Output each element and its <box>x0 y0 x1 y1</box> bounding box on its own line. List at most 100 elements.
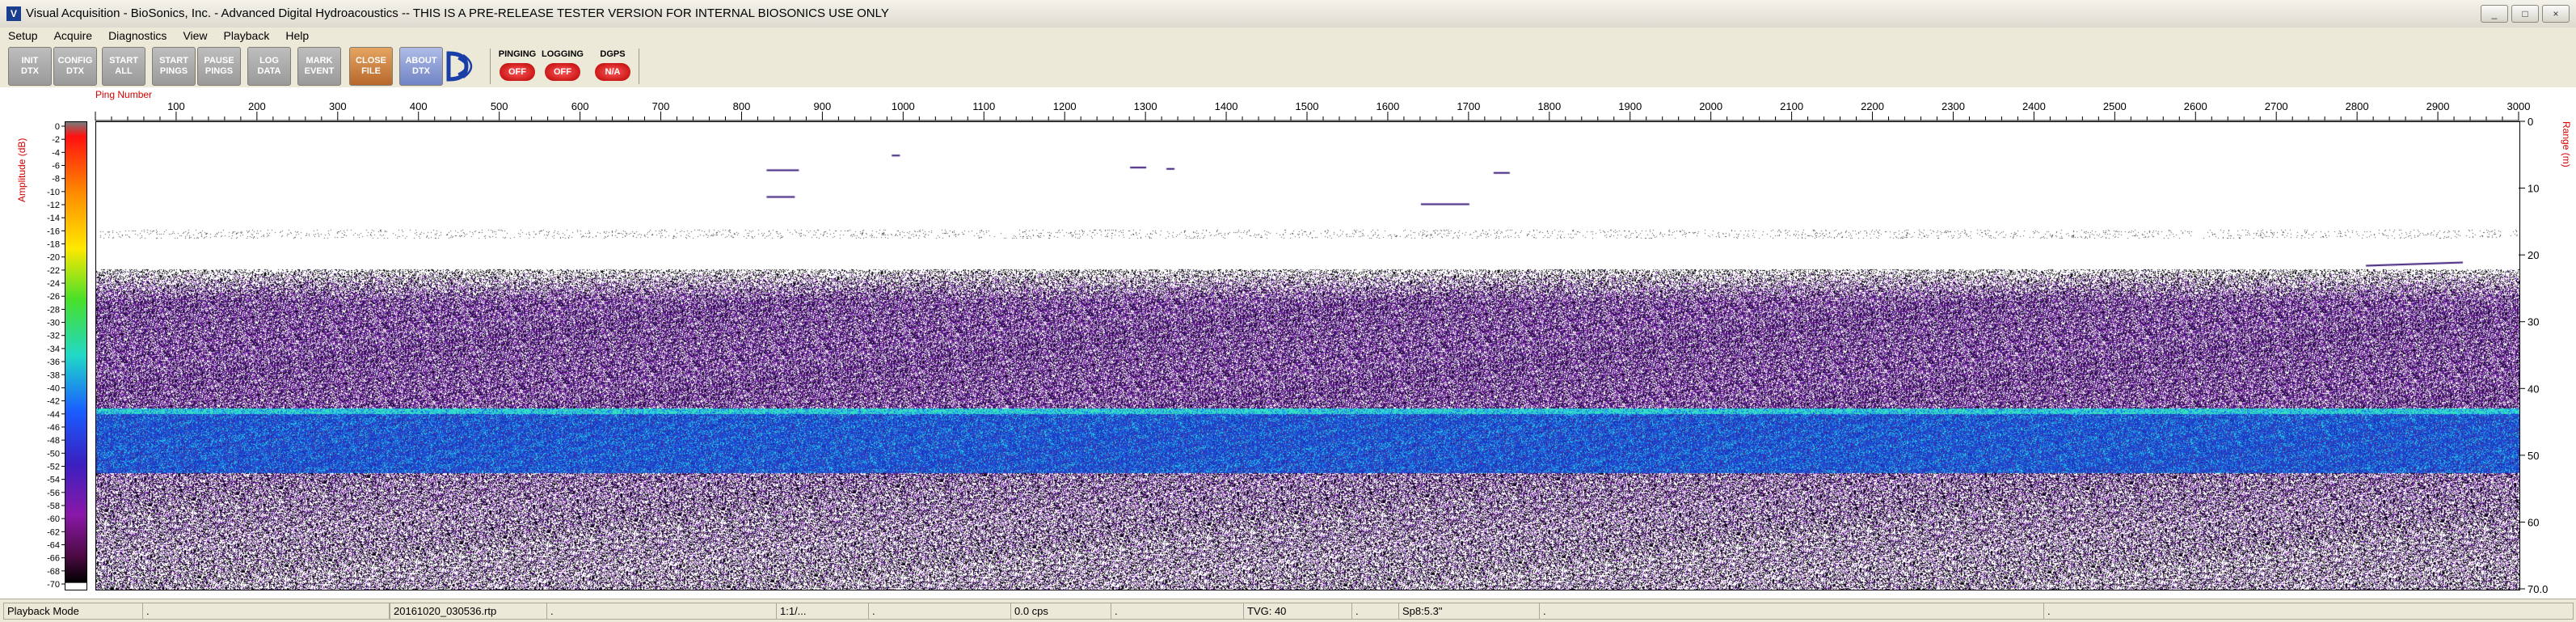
x-tick-label: 2600 <box>2184 100 2207 112</box>
x-tick-label: 300 <box>329 100 347 112</box>
x-tick-label: 900 <box>814 100 832 112</box>
button-label: ALL <box>115 66 133 76</box>
colorbar-tick-label: -36 <box>47 358 60 367</box>
x-tick-label: 2400 <box>2022 100 2046 112</box>
button-label: START <box>109 56 138 66</box>
menu-bar: Setup Acquire Diagnostics View Playback … <box>0 28 2576 44</box>
colorbar-tick-label: -24 <box>47 279 60 289</box>
colorbar-tick-label: -6 <box>52 162 60 171</box>
range-tick-label: 10 <box>2528 183 2539 195</box>
toolbar: INIT DTX CONFIG DTX START ALL START PING… <box>0 44 2576 88</box>
menu-diagnostics[interactable]: Diagnostics <box>100 29 175 42</box>
colorbar-tick-label: -38 <box>47 370 60 380</box>
window-title: Visual Acquisition - BioSonics, Inc. - A… <box>26 6 889 20</box>
button-label: EVENT <box>304 66 335 76</box>
button-label: MARK <box>306 56 333 66</box>
x-tick-label: 2200 <box>1861 100 1884 112</box>
colorbar-tick-label: -58 <box>47 501 60 511</box>
colorbar-tick-label: -62 <box>47 527 60 537</box>
x-tick-label: 1200 <box>1053 100 1077 112</box>
status-pane: . <box>1351 603 1400 620</box>
menu-setup[interactable]: Setup <box>0 29 46 42</box>
x-tick-label: 1600 <box>1376 100 1399 112</box>
colorbar-tick-label: -34 <box>47 345 60 354</box>
start-all-button[interactable]: START ALL <box>102 47 145 86</box>
button-label: DATA <box>257 66 281 76</box>
button-label: CLOSE <box>356 56 386 66</box>
x-tick-label: 3000 <box>2507 100 2531 112</box>
x-tick-label: 2500 <box>2103 100 2127 112</box>
colorbar-tick-label: -54 <box>47 476 60 485</box>
app-icon: V <box>6 6 21 21</box>
mark-event-button[interactable]: MARK EVENT <box>297 47 341 86</box>
start-pings-button[interactable]: START PINGS <box>152 47 196 86</box>
init-dtx-button[interactable]: INIT DTX <box>8 47 52 86</box>
status-mode: Playback Mode <box>3 603 144 620</box>
colorbar-tick-label: 0 <box>55 122 60 132</box>
colorbar-tick-label: -32 <box>47 332 60 341</box>
title-bar: V Visual Acquisition - BioSonics, Inc. -… <box>0 0 2576 28</box>
button-label: PINGS <box>159 66 188 76</box>
colorbar-tick-label: -64 <box>47 540 60 550</box>
colorbar-tick-label: -52 <box>47 462 60 472</box>
status-pane: . <box>546 603 778 620</box>
range-axis: 0 10 20 30 40 50 60 70.0 <box>2519 116 2548 595</box>
status-pane: . <box>868 603 1012 620</box>
status-pane: . <box>1111 603 1245 620</box>
colorbar-tick-label: -22 <box>47 266 60 276</box>
status-rate: 0.0 cps <box>1010 603 1112 620</box>
x-tick-label: 2000 <box>1699 100 1722 112</box>
amplitude-colorbar <box>65 121 87 590</box>
status-pane: . <box>1539 603 2045 620</box>
pinging-label: PINGING <box>498 49 537 59</box>
maximize-button[interactable]: □ <box>2511 5 2539 23</box>
button-label: FILE <box>361 66 381 76</box>
dgps-indicator: N/A <box>595 63 630 81</box>
close-file-button[interactable]: CLOSE FILE <box>349 47 393 86</box>
config-dtx-button[interactable]: CONFIG DTX <box>53 47 97 86</box>
echogram-canvas <box>96 122 2519 590</box>
x-tick-label: 1900 <box>1618 100 1642 112</box>
colorbar-tick-label: -4 <box>52 148 60 158</box>
x-tick-label: 500 <box>491 100 508 112</box>
x-tick-label: 1000 <box>892 100 915 112</box>
colorbar-tick-label: -70 <box>47 580 60 590</box>
pause-pings-button[interactable]: PAUSE PINGS <box>197 47 241 86</box>
menu-acquire[interactable]: Acquire <box>46 29 100 42</box>
menu-help[interactable]: Help <box>277 29 317 42</box>
x-tick-label: 2700 <box>2265 100 2288 112</box>
x-tick-label: 1800 <box>1537 100 1561 112</box>
close-button[interactable]: × <box>2542 5 2570 23</box>
status-speed: Sp8:5.3" <box>1398 603 1541 620</box>
x-tick-label: 2100 <box>1780 100 1803 112</box>
status-ping-index: 1:1/... <box>776 603 870 620</box>
x-tick-label: 200 <box>248 100 266 112</box>
colorbar-tick-label: -20 <box>47 253 60 263</box>
x-tick-label: 600 <box>571 100 589 112</box>
colorbar-tick-label: -48 <box>47 436 60 446</box>
x-tick-label: 400 <box>410 100 428 112</box>
button-label: PINGS <box>204 66 234 76</box>
colorbar-tick-label: -56 <box>47 489 60 498</box>
range-tick-label: 20 <box>2528 249 2539 261</box>
colorbar-tick-label: -18 <box>47 240 60 250</box>
pinging-status: PINGING OFF <box>495 47 540 84</box>
about-dtx-button[interactable]: ABOUT DTX <box>399 47 443 86</box>
dgps-label: DGPS <box>600 49 626 59</box>
colorbar-tick-label: -2 <box>52 135 60 145</box>
colorbar-tick-label: -14 <box>47 214 60 223</box>
x-tick-label: 1400 <box>1215 100 1238 112</box>
colorbar-tick-label: -10 <box>47 188 60 197</box>
x-tick-label: 2900 <box>2426 100 2450 112</box>
logging-label: LOGGING <box>542 49 584 59</box>
colorbar-tick-label: -68 <box>47 567 60 577</box>
logging-indicator: OFF <box>545 63 580 81</box>
menu-view[interactable]: View <box>175 29 215 42</box>
button-label: CONFIG <box>57 56 93 66</box>
minimize-button[interactable]: _ <box>2481 5 2508 23</box>
menu-playback[interactable]: Playback <box>216 29 278 42</box>
colorbar-tick-label: -46 <box>47 423 60 433</box>
colorbar-tick-label: -66 <box>47 554 60 564</box>
button-label: ABOUT <box>405 56 437 66</box>
log-data-button[interactable]: LOG DATA <box>247 47 291 86</box>
